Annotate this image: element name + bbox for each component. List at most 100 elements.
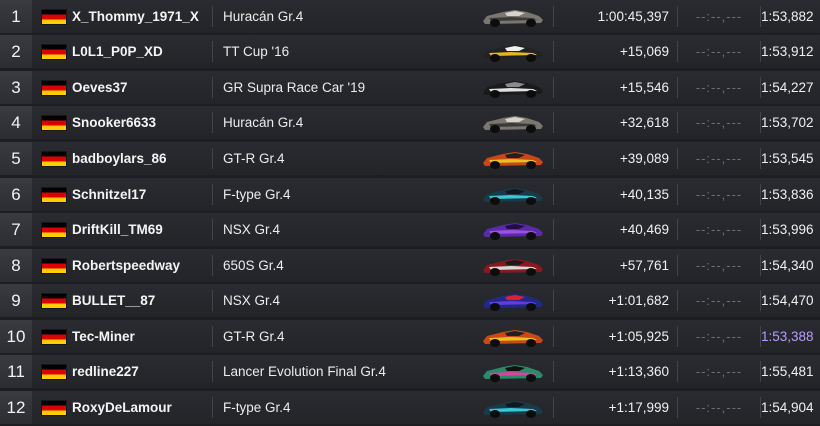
- position-number: 1: [0, 0, 32, 33]
- gap-time: +32,618: [619, 115, 669, 130]
- best-lap-time: 1:54,470: [761, 293, 814, 308]
- leaderboard-row[interactable]: 3 Oeves37 GR Supra Race Car '19 +15,546 --:-…: [0, 71, 820, 104]
- car-name: F-type Gr.4: [223, 400, 291, 415]
- lap-time-placeholder: --:--,---: [695, 80, 743, 95]
- germany-flag-icon: [42, 329, 66, 344]
- leaderboard-row[interactable]: 7 DriftKill_TM69 NSX Gr.4 +40,469 --:--,--- 1…: [0, 213, 820, 246]
- driver-name: Schnitzel17: [72, 187, 147, 202]
- gap-time: +1:13,360: [608, 364, 669, 379]
- best-lap-time: 1:53,912: [761, 44, 814, 59]
- leaderboard-row[interactable]: 9 BULLET__87 NSX Gr.4 +1:01,682 --:--,--- 1:5…: [0, 284, 820, 317]
- driver-name: RoxyDeLamour: [72, 400, 172, 415]
- car-thumbnail: [477, 284, 553, 317]
- gap-time: +57,761: [619, 258, 669, 273]
- position-number: 6: [0, 178, 32, 211]
- driver-name: BULLET__87: [72, 293, 156, 308]
- position-number: 9: [0, 284, 32, 317]
- car-thumbnail: [477, 0, 553, 33]
- car-thumbnail-icon: [483, 401, 543, 418]
- germany-flag-icon: [42, 9, 66, 24]
- leaderboard-row[interactable]: 4 Snooker6633 Huracán Gr.4 +32,618 --:--,---…: [0, 106, 820, 139]
- gap-time: +40,469: [619, 222, 669, 237]
- car-thumbnail-icon: [483, 116, 543, 133]
- best-lap-time: 1:53,836: [761, 187, 814, 202]
- leaderboard-row[interactable]: 5 badboylars_86 GT-R Gr.4 +39,089 --:--,--- 1…: [0, 142, 820, 175]
- germany-flag-icon: [42, 187, 66, 202]
- leaderboard-row[interactable]: 10 Tec-Miner GT-R Gr.4 +1:05,925 --:--,--- 1:…: [0, 320, 820, 353]
- leaderboard-row[interactable]: 6 Schnitzel17 F-type Gr.4 +40,135 --:--,--- 1…: [0, 178, 820, 211]
- position-number: 7: [0, 213, 32, 246]
- best-lap-time: 1:53,545: [761, 151, 814, 166]
- gap-time: +40,135: [619, 187, 669, 202]
- car-name: Lancer Evolution Final Gr.4: [223, 364, 386, 379]
- germany-flag-icon: [42, 44, 66, 59]
- lap-time-placeholder: --:--,---: [695, 364, 743, 379]
- position-number: 2: [0, 35, 32, 68]
- best-lap-time: 1:55,481: [761, 364, 814, 379]
- germany-flag-icon: [42, 80, 66, 95]
- car-thumbnail: [477, 178, 553, 211]
- car-thumbnail-icon: [483, 365, 543, 382]
- lap-time-placeholder: --:--,---: [695, 115, 743, 130]
- best-lap-time: 1:53,882: [761, 9, 814, 24]
- car-name: GT-R Gr.4: [223, 151, 285, 166]
- position-number: 12: [0, 391, 32, 424]
- car-thumbnail-icon: [483, 223, 543, 240]
- driver-name: Tec-Miner: [72, 329, 135, 344]
- best-lap-time: 1:54,904: [761, 400, 814, 415]
- car-thumbnail: [477, 249, 553, 282]
- car-thumbnail-icon: [483, 10, 543, 27]
- best-lap-time: 1:54,227: [761, 80, 814, 95]
- germany-flag-icon: [42, 293, 66, 308]
- car-name: GR Supra Race Car '19: [223, 80, 366, 95]
- gap-time: +15,069: [619, 44, 669, 59]
- car-thumbnail-icon: [483, 330, 543, 347]
- car-thumbnail: [477, 106, 553, 139]
- lap-time-placeholder: --:--,---: [695, 187, 743, 202]
- gap-time: +1:01,682: [608, 293, 669, 308]
- driver-name: Oeves37: [72, 80, 128, 95]
- leaderboard-row[interactable]: 11 redline227 Lancer Evolution Final Gr.4 +…: [0, 355, 820, 388]
- best-lap-time: 1:54,340: [761, 258, 814, 273]
- lap-time-placeholder: --:--,---: [695, 9, 743, 24]
- car-thumbnail: [477, 355, 553, 388]
- car-thumbnail: [477, 71, 553, 104]
- results-table: 1 X_Thommy_1971_X Huracán Gr.4 1:00:45,397 -…: [0, 0, 820, 426]
- car-thumbnail: [477, 320, 553, 353]
- gap-time: +1:17,999: [608, 400, 669, 415]
- lap-time-placeholder: --:--,---: [695, 293, 743, 308]
- germany-flag-icon: [42, 258, 66, 273]
- car-thumbnail: [477, 142, 553, 175]
- car-name: Huracán Gr.4: [223, 115, 304, 130]
- car-thumbnail-icon: [483, 294, 543, 311]
- leaderboard-row[interactable]: 8 Robertspeedway 650S Gr.4 +57,761 --:--,---…: [0, 249, 820, 282]
- car-thumbnail-icon: [483, 152, 543, 169]
- lap-time-placeholder: --:--,---: [695, 44, 743, 59]
- germany-flag-icon: [42, 400, 66, 415]
- lap-time-placeholder: --:--,---: [695, 258, 743, 273]
- car-name: NSX Gr.4: [223, 222, 281, 237]
- gap-time: +15,546: [619, 80, 669, 95]
- position-number: 11: [0, 355, 32, 388]
- car-thumbnail: [477, 35, 553, 68]
- lap-time-placeholder: --:--,---: [695, 222, 743, 237]
- driver-name: L0L1_P0P_XD: [72, 44, 163, 59]
- position-number: 5: [0, 142, 32, 175]
- gap-time: +1:05,925: [608, 329, 669, 344]
- gap-time: +39,089: [619, 151, 669, 166]
- car-thumbnail: [477, 213, 553, 246]
- driver-name: Robertspeedway: [72, 258, 181, 273]
- germany-flag-icon: [42, 115, 66, 130]
- car-thumbnail-icon: [483, 81, 543, 98]
- driver-name: redline227: [72, 364, 139, 379]
- car-name: TT Cup '16: [223, 44, 290, 59]
- leaderboard-row[interactable]: 12 RoxyDeLamour F-type Gr.4 +1:17,999 --:--,…: [0, 391, 820, 424]
- car-name: GT-R Gr.4: [223, 329, 285, 344]
- car-name: NSX Gr.4: [223, 293, 281, 308]
- car-thumbnail-icon: [483, 259, 543, 276]
- leaderboard-row[interactable]: 2 L0L1_P0P_XD TT Cup '16 +15,069 --:--,--- 1:…: [0, 35, 820, 68]
- car-thumbnail-icon: [483, 188, 543, 205]
- lap-time-placeholder: --:--,---: [695, 151, 743, 166]
- car-name: Huracán Gr.4: [223, 9, 304, 24]
- leaderboard-row[interactable]: 1 X_Thommy_1971_X Huracán Gr.4 1:00:45,397 -…: [0, 0, 820, 33]
